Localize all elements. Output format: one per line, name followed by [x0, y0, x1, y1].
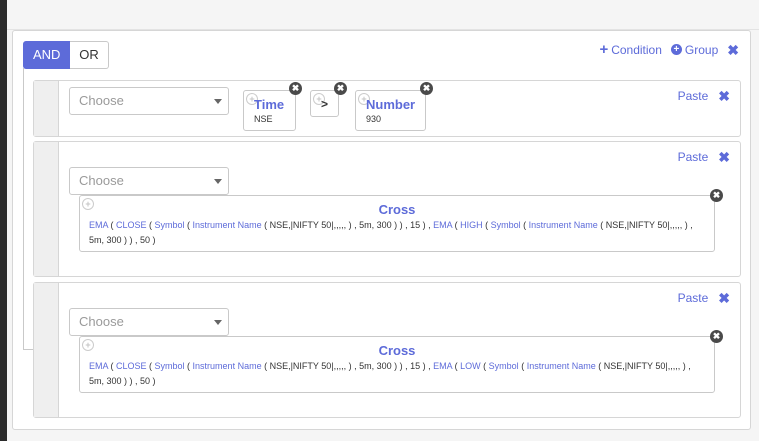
operator-chip[interactable]: + >	[310, 90, 339, 117]
chip-title: Time	[254, 97, 285, 112]
cross-expression: EMA ( CLOSE ( Symbol ( Instrument Name (…	[89, 218, 696, 248]
expr-text: (	[452, 220, 461, 230]
add-group-button[interactable]: + Group	[670, 42, 719, 57]
drag-handle[interactable]	[34, 142, 59, 276]
expr-fn[interactable]: LOW	[460, 361, 481, 371]
paste-button[interactable]: Paste	[678, 291, 709, 305]
caret-down-icon	[214, 179, 222, 184]
right-operand-chip[interactable]: + Number 930	[355, 90, 426, 131]
select-placeholder: Choose	[79, 93, 124, 108]
chip-subtitle: NSE	[254, 114, 273, 124]
expr-text: (	[146, 220, 155, 230]
close-icon: ✖	[727, 41, 739, 58]
left-operand-chip[interactable]: + Time NSE	[243, 90, 296, 131]
cross-expression: EMA ( CLOSE ( Symbol ( Instrument Name (…	[89, 359, 696, 389]
expr-text: (	[520, 220, 529, 230]
expr-fn[interactable]: HIGH	[460, 220, 483, 230]
expr-text: (	[108, 220, 117, 230]
delete-rule-icon[interactable]: ✖	[718, 89, 730, 103]
rule-actions: Paste ✖	[678, 89, 730, 103]
expr-fn[interactable]: Symbol	[489, 361, 519, 371]
add-condition-label: Condition	[611, 42, 662, 57]
expr-text: ( NSE,|NIFTY 50|,,,,, ) , 5m, 300 ) ) , …	[261, 361, 434, 371]
expr-text: ( NSE,|NIFTY 50|,,,,, ) , 5m, 300 ) ) , …	[261, 220, 434, 230]
cross-title: Cross	[378, 343, 416, 358]
operator-label: >	[320, 97, 328, 111]
or-button[interactable]: OR	[70, 41, 109, 69]
expr-text: (	[146, 361, 155, 371]
drag-handle[interactable]	[34, 283, 59, 417]
paste-button[interactable]: Paste	[678, 89, 709, 103]
expr-fn[interactable]: Symbol	[491, 220, 521, 230]
expr-fn[interactable]: Symbol	[155, 361, 185, 371]
cross-title: Cross	[378, 202, 416, 217]
rule-row: Paste ✖ Choose + Cross EMA ( CLOSE ( Sym…	[33, 282, 741, 418]
caret-down-icon	[214, 99, 222, 104]
close-icon[interactable]: ✖	[334, 82, 347, 95]
tree-connector-vertical	[23, 68, 24, 350]
drag-handle[interactable]	[34, 81, 59, 136]
expr-text: (	[452, 361, 461, 371]
expr-fn[interactable]: Instrument Name	[193, 361, 262, 371]
plus-icon: +	[599, 41, 609, 58]
close-icon[interactable]: ✖	[420, 82, 433, 95]
paste-button[interactable]: Paste	[678, 150, 709, 164]
expr-text: (	[184, 220, 193, 230]
rule-row: Paste ✖ Choose + Cross EMA ( CLOSE ( Sym…	[33, 141, 741, 277]
delete-rule-icon[interactable]: ✖	[718, 291, 730, 305]
field-select[interactable]: Choose	[69, 167, 229, 195]
chip-title: Number	[366, 97, 416, 112]
left-dark-strip	[0, 0, 7, 441]
expr-fn[interactable]: EMA	[89, 220, 108, 230]
field-select[interactable]: Choose	[69, 87, 229, 115]
expr-fn[interactable]: Symbol	[155, 220, 185, 230]
select-placeholder: Choose	[79, 314, 124, 329]
close-icon[interactable]: ✖	[710, 189, 723, 202]
expr-text: (	[480, 361, 489, 371]
delete-rule-icon[interactable]: ✖	[718, 150, 730, 164]
rule-actions: Paste ✖	[678, 150, 730, 164]
caret-down-icon	[214, 320, 222, 325]
field-select[interactable]: Choose	[69, 308, 229, 336]
chip-subtitle: 930	[366, 114, 382, 124]
close-icon[interactable]: ✖	[710, 330, 723, 343]
and-button[interactable]: AND	[23, 41, 70, 69]
expr-fn[interactable]: CLOSE	[116, 220, 147, 230]
select-placeholder: Choose	[79, 173, 124, 188]
cross-condition[interactable]: + Cross EMA ( CLOSE ( Symbol ( Instrumen…	[79, 195, 715, 252]
expr-fn[interactable]: Instrument Name	[193, 220, 262, 230]
add-group-label: Group	[684, 42, 719, 57]
expr-text: (	[108, 361, 117, 371]
expr-fn[interactable]: EMA	[89, 361, 108, 371]
circle-plus-icon: +	[670, 44, 682, 55]
expr-text: (	[518, 361, 527, 371]
add-condition-button[interactable]: + Condition	[599, 42, 661, 57]
expr-fn[interactable]: Instrument Name	[527, 361, 596, 371]
close-icon[interactable]: ✖	[289, 82, 302, 95]
expr-fn[interactable]: EMA	[433, 220, 452, 230]
logic-toggle: AND OR	[23, 41, 109, 69]
expr-text: (	[482, 220, 491, 230]
expr-fn[interactable]: CLOSE	[116, 361, 147, 371]
expr-fn[interactable]: Instrument Name	[529, 220, 598, 230]
cross-condition[interactable]: + Cross EMA ( CLOSE ( Symbol ( Instrumen…	[79, 336, 715, 393]
expr-text: (	[184, 361, 193, 371]
delete-group-button[interactable]: ✖	[727, 43, 739, 57]
group-actions: + Condition + Group ✖	[599, 42, 739, 57]
rule-row: Paste ✖ Choose + Time NSE ✖ + > ✖ + Numb…	[33, 80, 741, 137]
expr-fn[interactable]: EMA	[433, 361, 452, 371]
rule-actions: Paste ✖	[678, 291, 730, 305]
